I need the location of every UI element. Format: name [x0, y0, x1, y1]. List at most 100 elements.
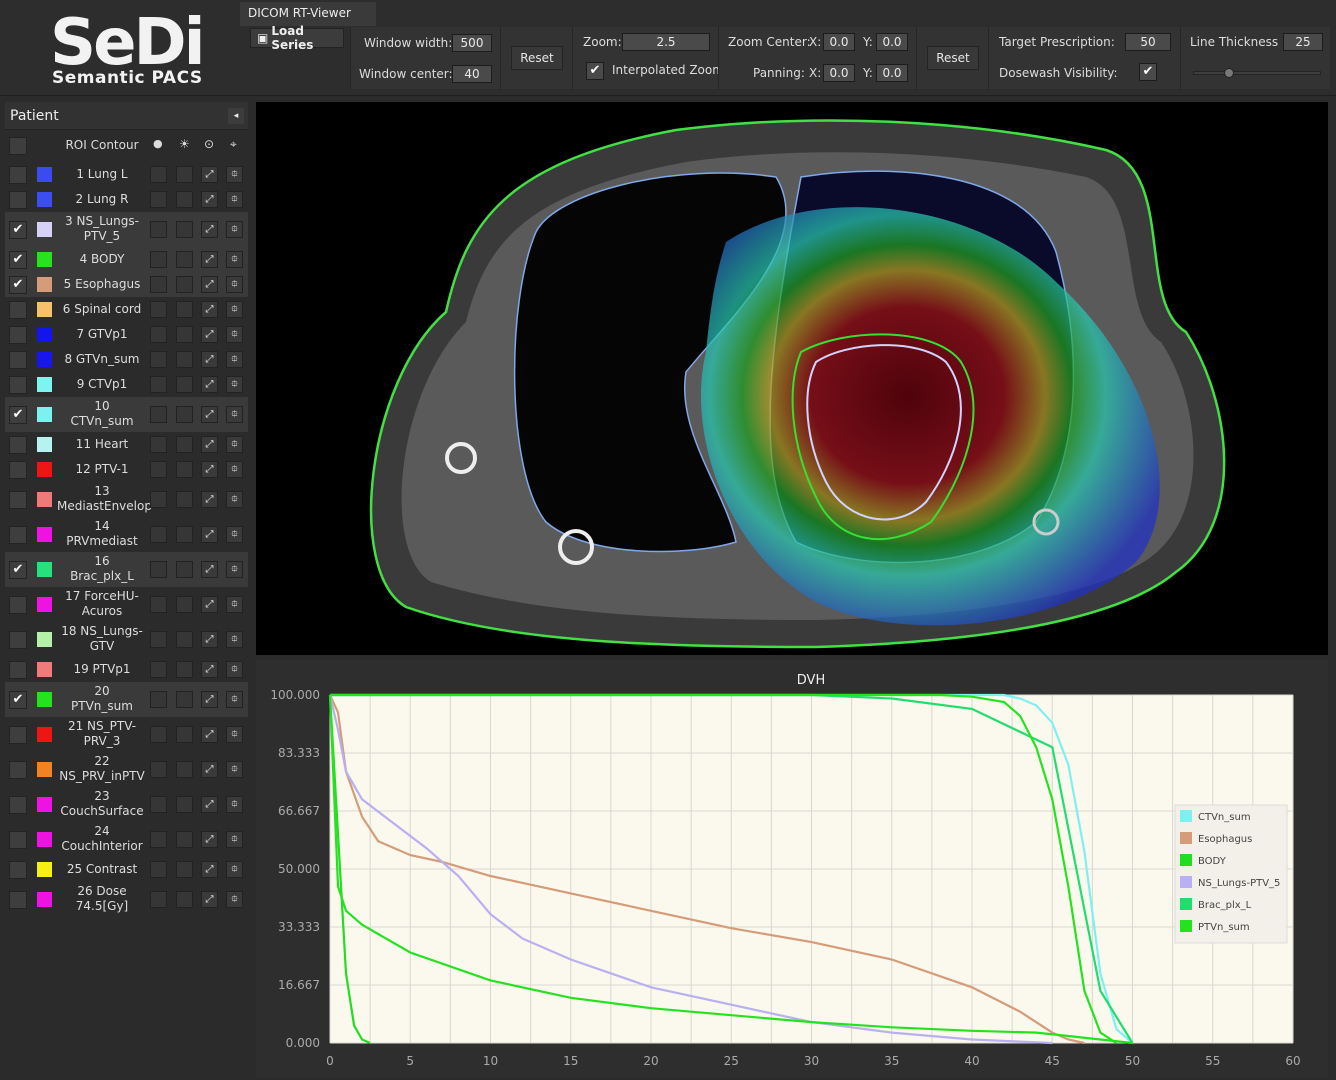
roi-fill-toggle[interactable]	[150, 435, 167, 453]
locate-icon[interactable]: ⯐	[226, 190, 243, 208]
roi-color-swatch[interactable]	[37, 252, 52, 267]
expand-icon[interactable]: ⤢	[201, 350, 218, 368]
roi-row[interactable]: ✔ 3 NS_Lungs- PTV_5 ⤢ ⯐	[5, 212, 248, 247]
roi-row[interactable]: 26 Dose 74.5[Gy] ⤢ ⯐	[5, 882, 248, 917]
roi-highlight-toggle[interactable]	[176, 725, 193, 743]
roi-highlight-toggle[interactable]	[176, 190, 193, 208]
locate-icon[interactable]: ⯐	[226, 375, 243, 393]
roi-visibility-checkbox[interactable]: ✔	[9, 560, 27, 579]
expand-icon[interactable]: ⤢	[201, 165, 218, 183]
locate-icon[interactable]: ⯐	[226, 760, 243, 778]
roi-highlight-toggle[interactable]	[176, 350, 193, 368]
roi-visibility-checkbox[interactable]	[9, 350, 27, 369]
roi-highlight-toggle[interactable]	[176, 460, 193, 478]
expand-icon[interactable]: ⤢	[201, 890, 218, 908]
locate-icon[interactable]: ⯐	[226, 725, 243, 743]
roi-highlight-toggle[interactable]	[176, 630, 193, 648]
dosewash-visibility-checkbox[interactable]: ✔	[1139, 63, 1157, 81]
roi-row[interactable]: 8 GTVn_sum ⤢ ⯐	[5, 347, 248, 372]
roi-color-swatch[interactable]	[37, 462, 52, 477]
locate-icon[interactable]: ⯐	[226, 830, 243, 848]
locate-icon[interactable]: ⯐	[226, 325, 243, 343]
roi-color-swatch[interactable]	[37, 437, 52, 452]
roi-visibility-checkbox[interactable]	[9, 860, 27, 879]
locate-icon[interactable]: ⯐	[226, 630, 243, 648]
roi-highlight-toggle[interactable]	[176, 830, 193, 848]
roi-visibility-checkbox[interactable]	[9, 795, 27, 814]
roi-fill-toggle[interactable]	[150, 595, 167, 613]
collapse-button[interactable]: ◂	[228, 108, 244, 124]
locate-icon[interactable]: ⯐	[226, 795, 243, 813]
roi-row[interactable]: ✔ 4 BODY ⤢ ⯐	[5, 247, 248, 272]
zoom-reset-button[interactable]: Reset	[927, 46, 979, 70]
roi-visibility-checkbox[interactable]	[9, 375, 27, 394]
roi-color-swatch[interactable]	[37, 862, 52, 877]
roi-fill-toggle[interactable]	[150, 275, 167, 293]
line-thickness-input[interactable]: 25	[1283, 33, 1323, 51]
roi-highlight-toggle[interactable]	[176, 165, 193, 183]
roi-row[interactable]: 17 ForceHU- Acuros ⤢ ⯐	[5, 587, 248, 622]
expand-icon[interactable]: ⤢	[201, 595, 218, 613]
roi-visibility-checkbox[interactable]	[9, 760, 27, 779]
roi-row[interactable]: ✔ 20 PTVn_sum ⤢ ⯐	[5, 682, 248, 717]
roi-color-swatch[interactable]	[37, 192, 52, 207]
roi-highlight-toggle[interactable]	[176, 795, 193, 813]
roi-fill-toggle[interactable]	[150, 830, 167, 848]
expand-icon[interactable]: ⤢	[201, 760, 218, 778]
locate-icon[interactable]: ⯐	[226, 560, 243, 578]
expand-icon[interactable]: ⤢	[201, 725, 218, 743]
roi-row[interactable]: 9 CTVp1 ⤢ ⯐	[5, 372, 248, 397]
roi-color-swatch[interactable]	[37, 762, 52, 777]
expand-icon[interactable]: ⤢	[201, 560, 218, 578]
line-thickness-slider[interactable]	[1193, 68, 1321, 78]
roi-row[interactable]: 19 PTVp1 ⤢ ⯐	[5, 657, 248, 682]
roi-fill-toggle[interactable]	[150, 725, 167, 743]
roi-visibility-checkbox[interactable]	[9, 460, 27, 479]
expand-icon[interactable]: ⤢	[201, 325, 218, 343]
roi-color-swatch[interactable]	[37, 377, 52, 392]
roi-visibility-checkbox[interactable]	[9, 490, 27, 509]
zoom-center-x-input[interactable]: 0.0	[823, 33, 855, 51]
roi-color-swatch[interactable]	[37, 562, 52, 577]
roi-highlight-toggle[interactable]	[176, 220, 193, 238]
panning-x-input[interactable]: 0.0	[823, 64, 855, 82]
roi-fill-toggle[interactable]	[150, 220, 167, 238]
roi-row[interactable]: ✔ 5 Esophagus ⤢ ⯐	[5, 272, 248, 297]
locate-icon[interactable]: ⯐	[226, 490, 243, 508]
load-series-button[interactable]: ▣ Load Series	[250, 24, 344, 52]
roi-fill-toggle[interactable]	[150, 630, 167, 648]
roi-highlight-toggle[interactable]	[176, 760, 193, 778]
roi-visibility-checkbox[interactable]: ✔	[9, 405, 27, 424]
roi-visibility-checkbox[interactable]: ✔	[9, 220, 27, 239]
roi-highlight-toggle[interactable]	[176, 300, 193, 318]
roi-color-swatch[interactable]	[37, 352, 52, 367]
expand-icon[interactable]: ⤢	[201, 435, 218, 453]
roi-highlight-toggle[interactable]	[176, 690, 193, 708]
roi-highlight-toggle[interactable]	[176, 890, 193, 908]
roi-color-swatch[interactable]	[37, 692, 52, 707]
locate-icon[interactable]: ⯐	[226, 860, 243, 878]
roi-color-swatch[interactable]	[37, 492, 52, 507]
roi-row[interactable]: ✔ 16 Brac_plx_L ⤢ ⯐	[5, 552, 248, 587]
roi-row[interactable]: 25 Contrast ⤢ ⯐	[5, 857, 248, 882]
roi-row[interactable]: 14 PRVmediast ⤢ ⯐	[5, 517, 248, 552]
expand-icon[interactable]: ⤢	[201, 275, 218, 293]
roi-color-swatch[interactable]	[37, 407, 52, 422]
locate-icon[interactable]: ⯐	[226, 250, 243, 268]
roi-row[interactable]: 22 NS_PRV_inPTV ⤢ ⯐	[5, 752, 248, 787]
locate-icon[interactable]: ⯐	[226, 595, 243, 613]
roi-highlight-toggle[interactable]	[176, 435, 193, 453]
roi-fill-toggle[interactable]	[150, 350, 167, 368]
roi-fill-toggle[interactable]	[150, 375, 167, 393]
expand-icon[interactable]: ⤢	[201, 525, 218, 543]
roi-row[interactable]: 18 NS_Lungs- GTV ⤢ ⯐	[5, 622, 248, 657]
roi-fill-toggle[interactable]	[150, 860, 167, 878]
ct-slice[interactable]	[256, 102, 1328, 655]
roi-visibility-checkbox[interactable]	[9, 725, 27, 744]
roi-visibility-checkbox[interactable]	[9, 325, 27, 344]
roi-fill-toggle[interactable]	[150, 760, 167, 778]
roi-visibility-checkbox[interactable]	[9, 525, 27, 544]
roi-visibility-checkbox[interactable]: ✔	[9, 250, 27, 269]
roi-fill-toggle[interactable]	[150, 795, 167, 813]
roi-color-swatch[interactable]	[37, 527, 52, 542]
